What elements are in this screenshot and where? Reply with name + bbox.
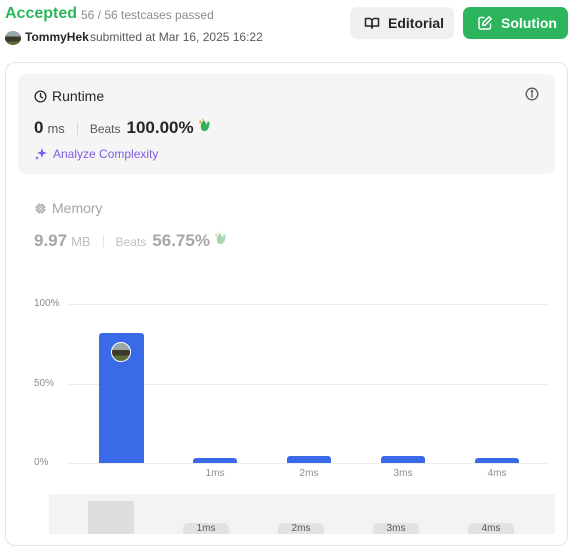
memory-beats-label: Beats [115, 235, 147, 249]
runtime-title-text: Runtime [52, 88, 105, 104]
status-label: Accepted [5, 5, 78, 22]
info-icon[interactable] [525, 87, 539, 101]
performance-card: Runtime 0 ms Beats 100.00% Analyze Compl… [5, 62, 568, 546]
editorial-label: Editorial [388, 15, 445, 31]
edit-icon [478, 16, 492, 30]
user-position-avatar [111, 341, 131, 362]
x-tick-label: 1ms [205, 468, 225, 479]
testcases-count: 56 / 56 testcases passed [81, 8, 214, 22]
sparkle-icon [35, 148, 47, 160]
runtime-unit: ms [47, 121, 65, 136]
memory-title-text: Memory [52, 200, 103, 216]
x-tick-label: 4ms [487, 468, 507, 479]
chart-bar[interactable] [193, 458, 237, 463]
solution-button[interactable]: Solution [463, 7, 568, 39]
runtime-beats-label: Beats [89, 122, 121, 136]
x-tick-label: 3ms [393, 468, 413, 479]
brush-tick-label: 1ms [183, 523, 229, 534]
chart-bar[interactable] [475, 458, 519, 463]
submission-header: Accepted 56 / 56 testcases passed TommyH… [0, 0, 574, 56]
clap-icon [198, 118, 210, 132]
memory-unit: MB [71, 234, 91, 249]
runtime-title: Runtime [34, 88, 104, 104]
brush-tick-label: 3ms [373, 523, 419, 534]
y-tick-label: 100% [34, 298, 60, 309]
chart-bar[interactable] [381, 455, 425, 463]
analyze-label: Analyze Complexity [53, 147, 159, 161]
divider [76, 121, 78, 135]
memory-beats-value: 56.75% [152, 231, 210, 250]
submitted-time: submitted at Mar 16, 2025 16:22 [90, 30, 263, 44]
chart-range-brush[interactable]: 1ms 2ms 3ms 4ms [49, 494, 555, 534]
brush-tick-label: 2ms [278, 523, 324, 534]
runtime-metrics: 0 ms Beats 100.00% [34, 118, 213, 138]
x-tick-label: 2ms [299, 468, 319, 479]
brush-selection-handle[interactable] [88, 501, 134, 534]
memory-value: 9.97 [34, 231, 68, 250]
y-tick-label: 0% [34, 457, 49, 468]
chart-bar[interactable] [287, 455, 331, 463]
editorial-button[interactable]: Editorial [350, 7, 454, 39]
author-name[interactable]: TommyHek [25, 30, 89, 44]
runtime-value: 0 [34, 118, 44, 137]
clock-icon [34, 89, 47, 103]
memory-metrics: 9.97 MB Beats 56.75% [34, 231, 229, 251]
clap-icon [214, 231, 226, 245]
solution-label: Solution [501, 15, 557, 31]
runtime-panel[interactable]: Runtime 0 ms Beats 100.00% Analyze Compl… [18, 74, 555, 174]
chart-gridline [69, 463, 547, 464]
runtime-distribution-chart[interactable]: 100% 50% 0% 1ms 2ms 3ms 4ms [6, 288, 569, 488]
book-open-icon [364, 17, 380, 29]
analyze-complexity-link[interactable]: Analyze Complexity [34, 147, 158, 161]
y-tick-label: 50% [34, 377, 55, 389]
brush-tick-label: 4ms [468, 523, 514, 534]
chart-gridline [69, 304, 547, 305]
divider [102, 234, 104, 248]
author-avatar[interactable] [5, 31, 21, 45]
runtime-beats-value: 100.00% [126, 118, 194, 137]
memory-title[interactable]: Memory [34, 200, 103, 216]
chip-icon [35, 202, 46, 214]
